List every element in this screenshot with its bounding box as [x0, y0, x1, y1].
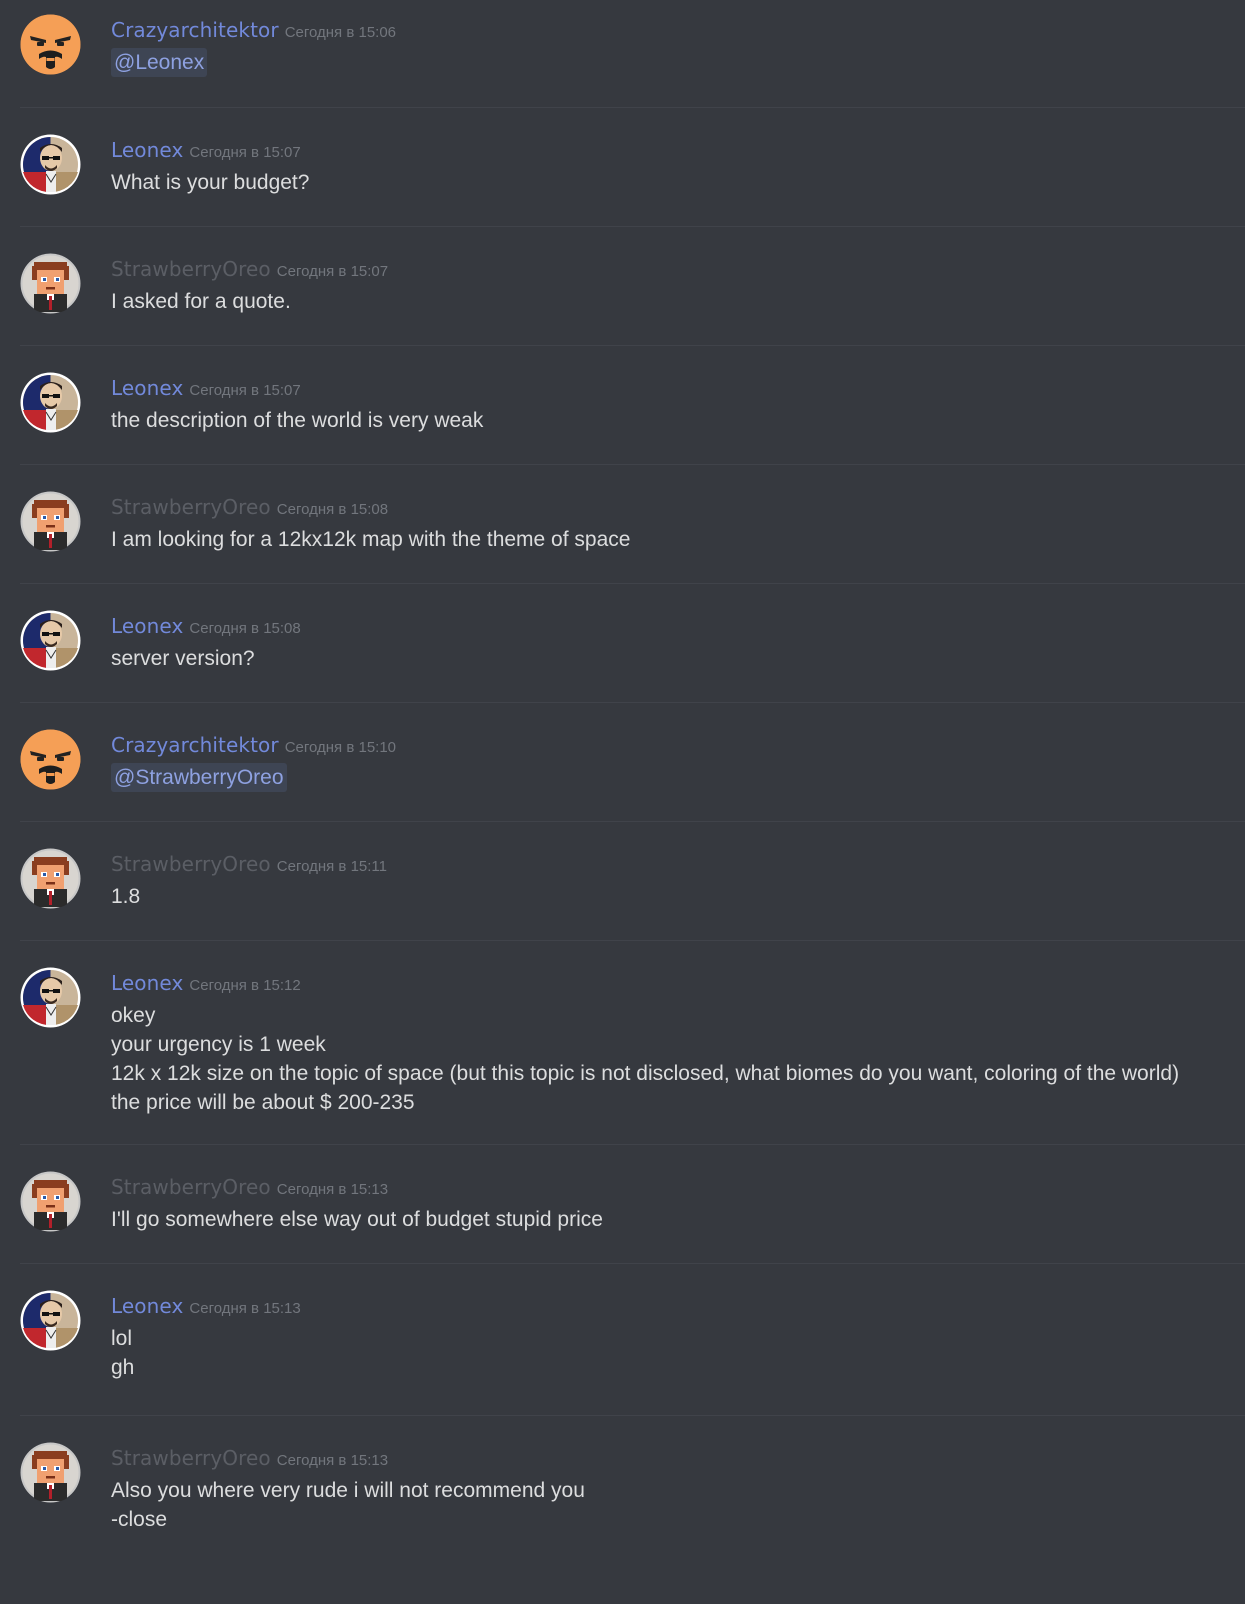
timestamp: Сегодня в 15:13: [276, 1452, 389, 1469]
timestamp: Сегодня в 15:13: [276, 1181, 389, 1198]
author-name[interactable]: StrawberryOreo: [111, 1175, 271, 1199]
message-header: Crazyarchitektor Сегодня в 15:06: [111, 17, 396, 43]
author-name[interactable]: Crazyarchitektor: [111, 18, 279, 42]
message-content: @Leonex: [111, 48, 1231, 77]
message-header: Leonex Сегодня в 15:07: [111, 375, 301, 401]
message-line: I asked for a quote.: [111, 290, 291, 313]
message-header: StrawberryOreo Сегодня в 15:11: [111, 851, 387, 877]
message-line: @Leonex: [111, 48, 1231, 77]
message-line: -close: [111, 1508, 168, 1531]
message-divider: [20, 940, 1245, 941]
message-content: okey your urgency is 1 week 12k x 12k size…: [111, 1001, 1231, 1117]
timestamp: Сегодня в 15:12: [189, 977, 301, 994]
user-mention[interactable]: @Leonex: [111, 48, 208, 77]
message-list: Crazyarchitektor Сегодня в 15:06 @Leonex Le…: [0, 0, 1245, 1604]
message-header: Leonex Сегодня в 15:08: [111, 613, 301, 639]
message-content: 1.8: [111, 882, 1231, 911]
author-name[interactable]: StrawberryOreo: [111, 257, 271, 281]
strawberryoreo-avatar[interactable]: [20, 491, 81, 552]
timestamp: Сегодня в 15:08: [276, 501, 389, 518]
message-content: I'll go somewhere else way out of budget…: [111, 1205, 1231, 1234]
author-name[interactable]: StrawberryOreo: [111, 852, 271, 876]
message-header: StrawberryOreo Сегодня в 15:13: [111, 1174, 388, 1200]
strawberryoreo-avatar[interactable]: [20, 1171, 81, 1232]
message-line: the price will be about $ 200-235: [111, 1091, 415, 1114]
message-line: 12k x 12k size on the topic of space (bu…: [111, 1062, 1180, 1085]
leonex-avatar[interactable]: [20, 372, 81, 433]
timestamp: Сегодня в 15:08: [189, 620, 301, 637]
message-divider: [20, 464, 1245, 465]
message-divider: [20, 1415, 1245, 1416]
leonex-avatar[interactable]: [20, 134, 81, 195]
timestamp: Сегодня в 15:07: [189, 144, 301, 161]
message-line: I'll go somewhere else way out of budget…: [111, 1208, 603, 1231]
user-mention[interactable]: @StrawberryOreo: [111, 763, 287, 792]
message-content: I am looking for a 12kx12k map with the …: [111, 525, 1231, 554]
author-name[interactable]: Leonex: [111, 1294, 183, 1318]
message-content: Also you where very rude i will not reco…: [111, 1476, 1231, 1534]
timestamp: Сегодня в 15:07: [276, 263, 389, 280]
message-divider: [20, 702, 1245, 703]
timestamp: Сегодня в 15:13: [189, 1300, 301, 1317]
author-name[interactable]: StrawberryOreo: [111, 1446, 271, 1470]
crazyarchitektor-avatar[interactable]: [20, 729, 81, 790]
author-name[interactable]: Leonex: [111, 376, 183, 400]
author-name[interactable]: StrawberryOreo: [111, 495, 271, 519]
message-header: Leonex Сегодня в 15:07: [111, 137, 301, 163]
message-header: StrawberryOreo Сегодня в 15:13: [111, 1445, 388, 1471]
message-header: StrawberryOreo Сегодня в 15:08: [111, 494, 388, 520]
author-name[interactable]: Leonex: [111, 138, 183, 162]
timestamp: Сегодня в 15:07: [189, 382, 301, 399]
timestamp: Сегодня в 15:11: [276, 858, 387, 875]
timestamp: Сегодня в 15:10: [284, 739, 397, 756]
strawberryoreo-avatar[interactable]: [20, 1442, 81, 1503]
leonex-avatar[interactable]: [20, 610, 81, 671]
crazyarchitektor-avatar[interactable]: [20, 14, 81, 75]
message-divider: [20, 1144, 1245, 1145]
message-header: Leonex Сегодня в 15:13: [111, 1293, 301, 1319]
message-line: gh: [111, 1356, 135, 1379]
message-line: @StrawberryOreo: [111, 763, 1231, 792]
leonex-avatar[interactable]: [20, 967, 81, 1028]
message-divider: [20, 583, 1245, 584]
message-line: the description of the world is very wea…: [111, 409, 484, 432]
message-content: server version?: [111, 644, 1231, 673]
message-content: the description of the world is very wea…: [111, 406, 1231, 435]
leonex-avatar[interactable]: [20, 1290, 81, 1351]
message-divider: [20, 345, 1245, 346]
author-name[interactable]: Leonex: [111, 971, 183, 995]
author-name[interactable]: Leonex: [111, 614, 183, 638]
timestamp: Сегодня в 15:06: [284, 24, 397, 41]
message-divider: [20, 226, 1245, 227]
message-content: I asked for a quote.: [111, 287, 1231, 316]
message-content: What is your budget?: [111, 168, 1231, 197]
author-name[interactable]: Crazyarchitektor: [111, 733, 279, 757]
strawberryoreo-avatar[interactable]: [20, 848, 81, 909]
message-content: lol gh: [111, 1324, 1231, 1382]
message-header: Crazyarchitektor Сегодня в 15:10: [111, 732, 396, 758]
message-line: lol: [111, 1327, 133, 1350]
message-divider: [20, 1263, 1245, 1264]
message-line: okey: [111, 1004, 156, 1027]
message-line: I am looking for a 12kx12k map with the …: [111, 528, 631, 551]
strawberryoreo-avatar[interactable]: [20, 253, 81, 314]
message-divider: [20, 107, 1245, 108]
message-content: @StrawberryOreo: [111, 763, 1231, 792]
message-line: Also you where very rude i will not reco…: [111, 1479, 585, 1502]
message-line: 1.8: [111, 885, 141, 908]
message-divider: [20, 821, 1245, 822]
message-line: What is your budget?: [111, 171, 310, 194]
message-header: Leonex Сегодня в 15:12: [111, 970, 301, 996]
message-line: server version?: [111, 647, 255, 670]
message-header: StrawberryOreo Сегодня в 15:07: [111, 256, 388, 282]
message-line: your urgency is 1 week: [111, 1033, 326, 1056]
